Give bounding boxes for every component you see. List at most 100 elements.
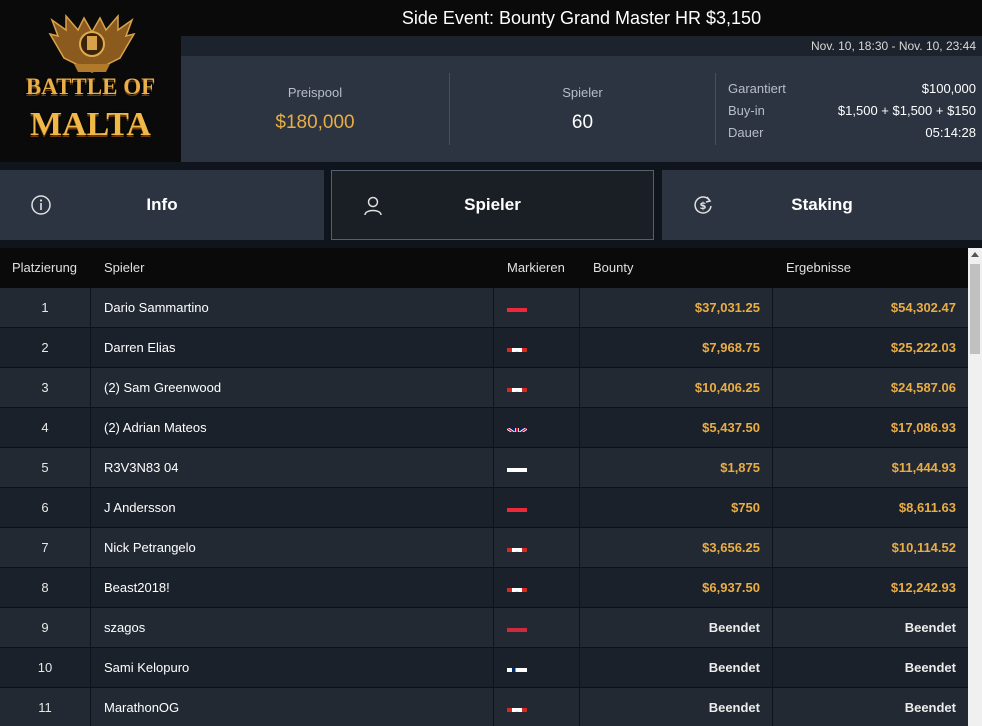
tab-bar: Info Spieler $ Staking <box>0 170 982 240</box>
row-result: $24,587.06 <box>890 380 956 395</box>
row-player-name[interactable]: szagos <box>91 608 494 648</box>
row-result: Beendet <box>904 620 956 635</box>
row-result: Beendet <box>904 700 956 715</box>
row-player-name[interactable]: MarathonOG <box>91 688 494 726</box>
row-player-name[interactable]: Darren Elias <box>91 328 494 368</box>
row-player-name[interactable]: Dario Sammartino <box>91 288 494 328</box>
row-flag <box>494 368 580 408</box>
guaranteed-value: $100,000 <box>921 81 976 96</box>
row-player-name[interactable]: R3V3N83 04 <box>91 448 494 488</box>
row-flag <box>494 408 580 448</box>
row-place: 8 <box>0 568 91 608</box>
row-result: Beendet <box>904 660 956 675</box>
guaranteed-label: Garantiert <box>728 81 786 96</box>
table-row[interactable]: 4 (2) Adrian Mateos $5,437.50 $17,086.93 <box>0 408 968 448</box>
logo-line-1: BATTLE OF <box>25 74 156 99</box>
event-header: BATTLE OF MALTA Side Event: Bounty Grand… <box>0 0 982 162</box>
table-row[interactable]: 6J Andersson $750 $8,611.63 <box>0 488 968 528</box>
row-place: 1 <box>0 288 91 328</box>
header-flag[interactable]: Markieren <box>507 248 565 288</box>
row-result: $8,611.63 <box>898 500 956 515</box>
event-title: Side Event: Bounty Grand Master HR $3,15… <box>181 0 982 36</box>
row-player-name[interactable]: J Andersson <box>91 488 494 528</box>
row-result: $25,222.03 <box>890 340 956 355</box>
austria-flag-icon <box>507 298 527 312</box>
row-result: $12,242.93 <box>890 580 956 595</box>
row-result: $54,302.47 <box>890 300 956 315</box>
tab-info[interactable]: Info <box>0 170 324 240</box>
buyin-row: Buy-in $1,500 + $1,500 + $150 <box>728 100 976 122</box>
tab-players[interactable]: Spieler <box>331 170 654 240</box>
row-bounty: $37,031.25 <box>580 288 773 328</box>
players-value: 60 <box>571 112 594 133</box>
table-scrollbar[interactable] <box>968 248 982 726</box>
row-place: 2 <box>0 328 91 368</box>
table-row[interactable]: 11 MarathonOG Beendet Beendet <box>0 688 968 726</box>
row-flag <box>494 328 580 368</box>
row-result: $11,444.93 <box>891 460 956 475</box>
players-stat: Spieler 60 <box>449 73 716 145</box>
table-row[interactable]: 3 (2) Sam Greenwood $10,406.25 $24,587.06 <box>0 368 968 408</box>
duration-row: Dauer 05:14:28 <box>728 122 976 144</box>
row-bounty: Beendet <box>580 688 773 726</box>
event-details: Garantiert $100,000 Buy-in $1,500 + $1,5… <box>728 78 976 144</box>
header-player[interactable]: Spieler <box>104 248 144 288</box>
row-player-name[interactable]: (2) Sam Greenwood <box>91 368 494 408</box>
finland-flag-icon <box>507 658 527 672</box>
table-row[interactable]: 7 Nick Petrangelo $3,656.25 $10,114.52 <box>0 528 968 568</box>
header-result[interactable]: Ergebnisse <box>786 248 851 288</box>
row-flag <box>494 448 580 488</box>
row-player-name[interactable]: Nick Petrangelo <box>91 528 494 568</box>
table-row[interactable]: 2 Darren Elias $7,968.75 $25,222.03 <box>0 328 968 368</box>
scrollbar-thumb[interactable] <box>970 264 980 354</box>
user-icon <box>364 196 382 216</box>
battle-of-malta-logo: BATTLE OF MALTA <box>0 0 181 162</box>
row-flag <box>494 688 580 726</box>
canada-flag-icon <box>507 578 527 592</box>
scroll-up-arrow-icon[interactable] <box>971 252 979 257</box>
row-bounty: $6,937.50 <box>580 568 773 608</box>
table-row[interactable]: 10 Sami Kelopuro Beendet Beendet <box>0 648 968 688</box>
cyprus-flag-icon <box>507 458 527 472</box>
austria-flag-icon <box>507 498 527 512</box>
table-row[interactable]: 8 Beast2018! $6,937.50 $12,242.93 <box>0 568 968 608</box>
row-bounty: $5,437.50 <box>580 408 773 448</box>
row-bounty: Beendet <box>580 648 773 688</box>
row-flag <box>494 528 580 568</box>
row-bounty: $1,875 <box>580 448 773 488</box>
table-row[interactable]: 9 szagos Beendet Beendet <box>0 608 968 648</box>
prize-pool-value: $180,000 <box>275 112 355 133</box>
row-flag <box>494 568 580 608</box>
table-row[interactable]: 5 R3V3N83 04 $1,875 $11,444.93 <box>0 448 968 488</box>
header-bounty[interactable]: Bounty <box>593 248 633 288</box>
svg-text:$: $ <box>700 201 707 212</box>
table-row[interactable]: 1 Dario Sammartino $37,031.25 $54,302.47 <box>0 288 968 328</box>
row-player-name[interactable]: (2) Adrian Mateos <box>91 408 494 448</box>
row-bounty: $7,968.75 <box>580 328 773 368</box>
row-result: $10,114.52 <box>891 540 956 555</box>
header-place[interactable]: Platzierung <box>12 248 77 288</box>
row-place: 7 <box>0 528 91 568</box>
prize-pool-stat: Preispool $180,000 <box>181 73 449 145</box>
logo-line-2: MALTA <box>30 106 151 143</box>
table-body: 1 Dario Sammartino $37,031.25 $54,302.47 2 Da… <box>0 288 968 726</box>
uk-flag-icon <box>507 418 527 432</box>
canada-flag-icon <box>507 698 527 712</box>
row-flag <box>494 648 580 688</box>
event-date-range: Nov. 10, 18:30 - Nov. 10, 23:44 <box>181 36 982 56</box>
row-bounty: $3,656.25 <box>580 528 773 568</box>
dollar-cycle-icon: $ <box>694 196 712 214</box>
table-header: Platzierung Spieler Markieren Bounty Erg… <box>0 248 968 288</box>
row-bounty: $750 <box>580 488 773 528</box>
tab-info-label: Info <box>146 195 178 214</box>
row-place: 5 <box>0 448 91 488</box>
tab-staking-label: Staking <box>791 195 853 214</box>
tab-staking[interactable]: $ Staking <box>662 170 982 240</box>
row-flag <box>494 488 580 528</box>
row-player-name[interactable]: Beast2018! <box>91 568 494 608</box>
row-flag <box>494 608 580 648</box>
guaranteed-row: Garantiert $100,000 <box>728 78 976 100</box>
results-table: Platzierung Spieler Markieren Bounty Erg… <box>0 248 968 726</box>
row-player-name[interactable]: Sami Kelopuro <box>91 648 494 688</box>
canada-flag-icon <box>507 338 527 352</box>
